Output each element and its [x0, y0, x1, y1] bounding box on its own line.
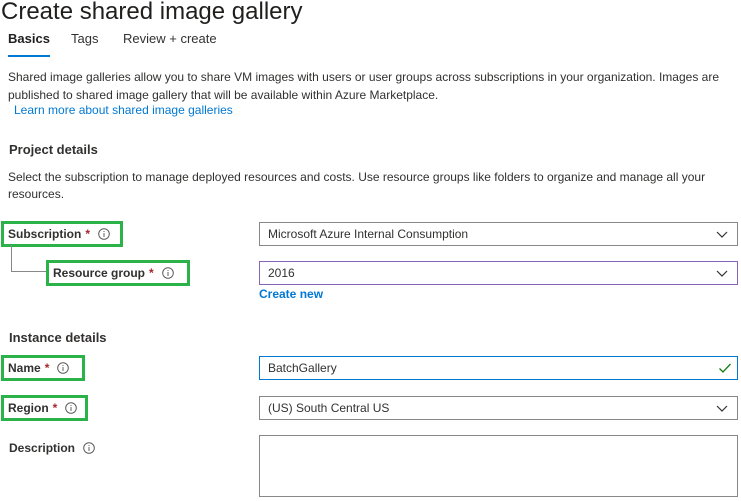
name-label: Name *: [1, 355, 85, 381]
resource-group-value: 2016: [268, 266, 295, 280]
info-icon[interactable]: [65, 402, 78, 414]
subscription-label: Subscription *: [1, 221, 123, 247]
info-icon[interactable]: [161, 267, 174, 279]
chevron-down-icon: [716, 231, 728, 238]
tree-connector-line: [11, 271, 48, 272]
learn-more-link[interactable]: Learn more about shared image galleries: [14, 103, 233, 117]
info-icon[interactable]: [57, 362, 70, 374]
name-input[interactable]: BatchGallery: [259, 356, 738, 380]
page-title: Create shared image gallery: [1, 0, 303, 25]
chevron-down-icon: [716, 270, 728, 277]
region-label: Region *: [1, 395, 88, 421]
name-label-text: Name: [8, 361, 41, 375]
description-label-text: Description: [9, 441, 76, 455]
chevron-down-icon: [716, 405, 728, 412]
info-icon[interactable]: [83, 442, 95, 454]
required-marker: *: [44, 361, 50, 375]
resource-group-label: Resource group *: [46, 260, 190, 286]
resource-group-dropdown[interactable]: 2016: [259, 261, 738, 285]
subscription-value: Microsoft Azure Internal Consumption: [268, 227, 469, 241]
region-dropdown[interactable]: (US) South Central US: [259, 396, 738, 420]
tab-basics[interactable]: Basics: [8, 31, 50, 46]
instance-details-heading: Instance details: [9, 330, 107, 345]
create-new-resource-group-link[interactable]: Create new: [259, 287, 323, 301]
region-value: (US) South Central US: [268, 401, 390, 415]
subscription-label-text: Subscription: [8, 227, 82, 241]
required-marker: *: [85, 227, 91, 241]
tab-review-create[interactable]: Review + create: [123, 31, 217, 46]
required-marker: *: [52, 401, 58, 415]
description-label: Description: [9, 440, 95, 456]
subscription-dropdown[interactable]: Microsoft Azure Internal Consumption: [259, 222, 738, 246]
required-marker: *: [149, 266, 154, 280]
project-details-heading: Project details: [9, 142, 98, 157]
intro-text: Shared image galleries allow you to shar…: [8, 70, 720, 102]
tab-tags[interactable]: Tags: [71, 31, 98, 46]
resource-group-label-text: Resource group: [53, 266, 146, 280]
project-details-description: Select the subscription to manage deploy…: [8, 170, 706, 201]
description-textarea[interactable]: [259, 435, 738, 497]
name-value: BatchGallery: [268, 361, 337, 375]
info-icon[interactable]: [98, 228, 110, 240]
active-tab-indicator: [8, 55, 50, 57]
checkmark-icon: [719, 363, 731, 373]
tree-connector-line: [11, 245, 12, 271]
region-label-text: Region: [8, 401, 49, 415]
